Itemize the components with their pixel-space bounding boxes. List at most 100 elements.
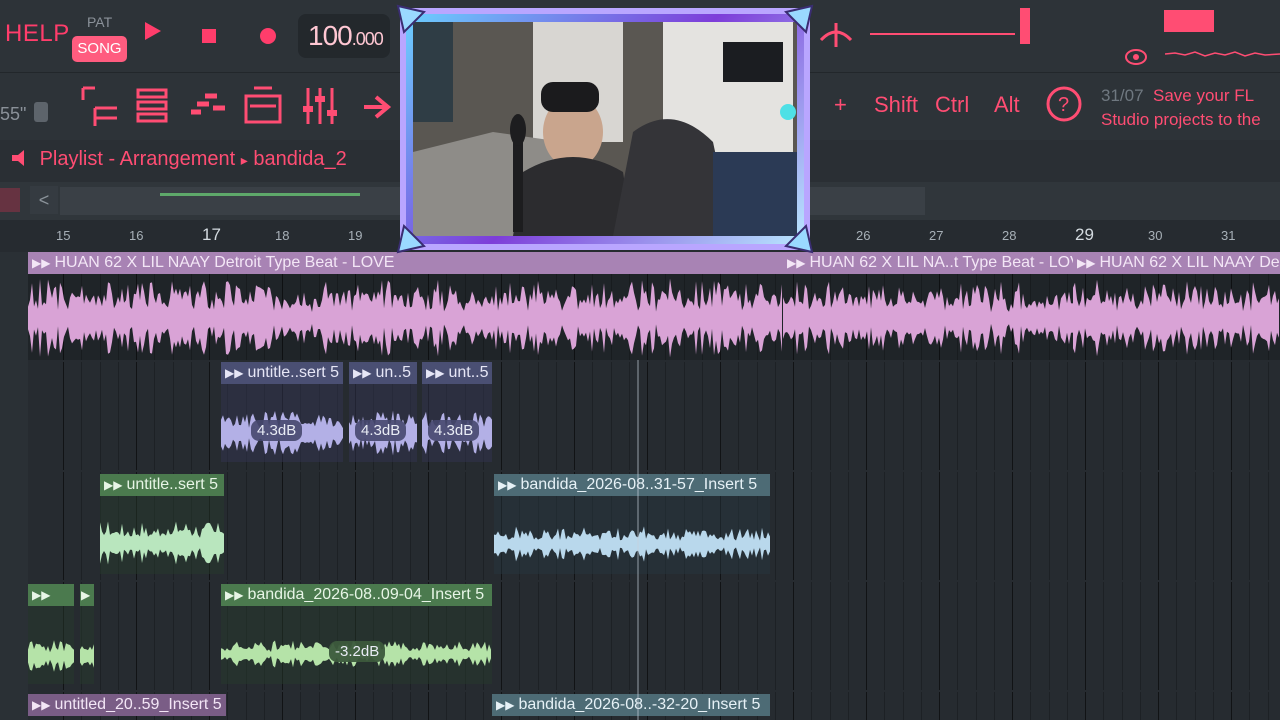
stop-icon[interactable] [202, 29, 216, 43]
grid-line [994, 692, 995, 720]
audio-clip[interactable]: ▶▶ [28, 584, 74, 684]
clip-header[interactable]: ▶▶ unt..5 [422, 362, 492, 384]
audio-clip[interactable]: ▶▶ unt..5 4.3dB [422, 362, 492, 462]
help-menu[interactable]: HELP [5, 20, 70, 48]
master-volume-slider[interactable] [1020, 8, 1030, 44]
grid-line [300, 692, 301, 720]
grid-line [793, 582, 794, 690]
clip-label: bandida_2026-08..09-04_Insert 5 [247, 586, 485, 603]
grid-line [1231, 582, 1232, 690]
track-2[interactable]: ▶▶ untitle..sert 5 4.3dB ▶▶ un..5 4.3dB ▶▶… [28, 362, 1280, 470]
clip-header[interactable]: ▶ [80, 584, 94, 606]
plus-button[interactable]: + [834, 92, 847, 118]
alt-key-button[interactable]: Alt [994, 92, 1020, 118]
grid-line [1213, 692, 1214, 720]
audio-clip[interactable]: ▶▶ bandida_2026-08..09-04_Insert 5 -3.2dB [221, 584, 492, 684]
clip-header[interactable]: ▶▶ HUAN 62 X LIL NA..t Type Beat - LOVE [783, 252, 1073, 274]
grid-line [957, 472, 958, 580]
mixer-icon[interactable] [296, 82, 344, 130]
clip-header[interactable]: ▶▶ untitle..sert 5 [100, 474, 224, 496]
scroll-left-button[interactable]: < [30, 186, 58, 214]
metronome-icon[interactable] [815, 20, 857, 50]
clip-header[interactable]: ▶▶ HUAN 62 X LIL NAAY De [1073, 252, 1280, 274]
clip-header[interactable]: ▶▶ bandida_2026-08..31-57_Insert 5 [494, 474, 770, 496]
grid-line [1249, 362, 1250, 470]
grid-line [1140, 472, 1141, 580]
waveform-shape [1073, 279, 1279, 357]
track-3[interactable]: ▶▶ untitle..sert 5 ▶▶ bandida_2026-08..31-… [28, 472, 1280, 580]
shift-key-button[interactable]: Shift [874, 92, 918, 118]
grid-line [1067, 362, 1068, 470]
snap-indicator[interactable] [0, 188, 20, 212]
waveform [1073, 279, 1279, 357]
record-icon[interactable] [260, 28, 276, 44]
audio-clip[interactable]: ▶▶ untitled_20..59_Insert 5 [28, 694, 226, 720]
grid-line [191, 362, 192, 470]
ruler-tick: 19 [348, 228, 363, 243]
clip-header[interactable]: ▶▶ un..5 [349, 362, 417, 384]
grid-line [866, 362, 867, 470]
grid-line [1249, 692, 1250, 720]
grid-line [1195, 692, 1196, 720]
tempo-display[interactable]: 100.000 [298, 14, 390, 58]
audio-clip[interactable]: ▶▶ un..5 4.3dB [349, 362, 417, 462]
clip-header[interactable]: ▶▶ bandida_2026-08..09-04_Insert 5 [221, 584, 492, 606]
audio-clip[interactable]: ▶▶ bandida_2026-08..31-57_Insert 5 [494, 474, 770, 574]
waveform [80, 644, 94, 668]
ruler-tick: 17 [202, 225, 221, 244]
grid-line [1195, 472, 1196, 580]
audio-clip[interactable]: ▶▶ untitle..sert 5 [100, 474, 224, 574]
help-hint-icon[interactable]: ? [1044, 84, 1086, 126]
ruler-tick: 18 [275, 228, 290, 243]
grid-line [1049, 472, 1050, 580]
grid-line [1176, 472, 1177, 580]
grid-line [1049, 582, 1050, 690]
grid-line [63, 362, 64, 470]
audio-clip[interactable]: ▶ [80, 584, 94, 684]
song-mode-button[interactable]: SONG [72, 36, 127, 62]
clip-header[interactable]: ▶▶ untitled_20..59_Insert 5 [28, 694, 226, 716]
clip-label: HUAN 62 X LIL NAAY De [1099, 254, 1280, 271]
grid-line [1103, 472, 1104, 580]
clip-label: unt..5 [448, 364, 489, 381]
grid-line [720, 582, 721, 690]
play-icon[interactable] [145, 22, 161, 40]
audio-clip[interactable]: ▶▶ HUAN 62 X LIL NA..t Type Beat - LOVE [783, 252, 1073, 360]
grid-line [282, 472, 283, 580]
grid-line [903, 582, 904, 690]
clip-header[interactable]: ▶▶ bandida_2026-08..-32-20_Insert 5 [492, 694, 770, 716]
ruler-tick: 27 [929, 228, 944, 243]
browser-icon[interactable] [240, 82, 288, 130]
track-5[interactable]: ▶▶ untitled_20..59_Insert 5 ▶▶ bandida_202… [28, 692, 1280, 720]
channel-rack-icon[interactable] [130, 82, 178, 130]
grid-line [100, 362, 101, 470]
playlist-title-bar[interactable]: Playlist - Arrangement ▸ bandida_2 [8, 148, 347, 171]
audio-clip[interactable]: ▶▶ untitle..sert 5 4.3dB [221, 362, 343, 462]
pat-mode-label[interactable]: PAT [87, 14, 112, 30]
eye-icon[interactable] [1125, 48, 1147, 66]
mic-icon[interactable] [30, 96, 52, 126]
grid-line [793, 472, 794, 580]
grid-line [939, 472, 940, 580]
grid-line [574, 582, 575, 690]
playlist-icon[interactable] [75, 82, 123, 130]
grid-line [1122, 582, 1123, 690]
grid-line [410, 692, 411, 720]
track-4[interactable]: ▶▶ ▶ ▶▶ bandida_2026-08..09-04_Insert 5 -… [28, 582, 1280, 690]
grid-line [538, 582, 539, 690]
grid-line [246, 472, 247, 580]
audio-clip[interactable]: ▶▶ HUAN 62 X LIL NAAY De [1073, 252, 1280, 360]
grid-line [665, 362, 666, 470]
grid-line [118, 582, 119, 690]
waveform [783, 281, 1073, 355]
audio-clip[interactable]: ▶▶ HUAN 62 X LIL NAAY Detroit Type Beat -… [28, 252, 783, 360]
grid-line [538, 362, 539, 470]
track-1[interactable]: ▶▶ HUAN 62 X LIL NAAY Detroit Type Beat -… [28, 252, 1280, 360]
ctrl-key-button[interactable]: Ctrl [935, 92, 969, 118]
arrow-right-icon[interactable] [362, 94, 392, 120]
piano-roll-icon[interactable] [185, 82, 233, 130]
audio-clip[interactable]: ▶▶ bandida_2026-08..-32-20_Insert 5 [492, 694, 770, 720]
grid-line [1249, 582, 1250, 690]
clip-header[interactable]: ▶▶ untitle..sert 5 [221, 362, 343, 384]
clip-header[interactable]: ▶▶ [28, 584, 74, 606]
